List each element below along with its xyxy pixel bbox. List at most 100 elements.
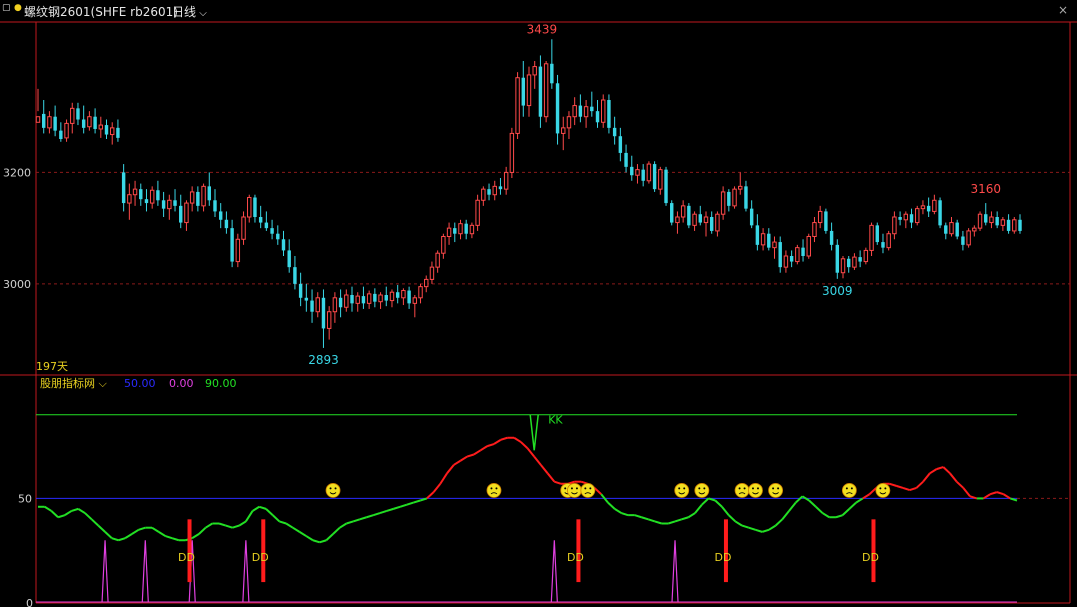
candle — [909, 208, 914, 229]
candle — [532, 61, 537, 89]
candle-body — [1006, 219, 1011, 231]
oscillator-segment — [922, 472, 931, 483]
kk-label: KK — [548, 414, 563, 427]
oscillator-segment — [265, 508, 274, 516]
face-eye — [698, 487, 701, 490]
candle — [366, 290, 372, 309]
indicator-tick-label: 50 — [18, 492, 32, 505]
oscillator-segment — [64, 510, 73, 516]
candle — [287, 239, 291, 273]
candle-body — [453, 228, 457, 234]
oscillator-segment — [694, 504, 703, 514]
candle-body — [270, 228, 274, 234]
candle — [749, 200, 754, 229]
oscillator-segment — [721, 506, 730, 516]
candle-body — [76, 108, 80, 120]
oscillator-segment — [593, 487, 602, 495]
candle — [173, 189, 177, 212]
candle-body — [435, 252, 440, 268]
oscillator-segment — [104, 531, 113, 539]
oscillator-segment — [848, 501, 857, 510]
oscillator-segment — [245, 510, 254, 522]
candle-body — [909, 214, 914, 223]
oscillator-segment — [346, 520, 354, 525]
candle — [116, 119, 120, 142]
local-low-label: 3009 — [822, 284, 853, 298]
candle-body — [121, 172, 126, 204]
candle — [503, 166, 509, 195]
oscillator-segment — [774, 518, 783, 527]
candle — [93, 108, 97, 134]
oscillator-segment — [493, 438, 502, 445]
oscillator-segment — [480, 445, 488, 452]
candle — [972, 225, 977, 237]
oscillator-segment — [339, 522, 347, 529]
candle — [875, 222, 879, 245]
face-eye — [850, 487, 853, 490]
candle — [218, 203, 223, 229]
candle-body — [224, 219, 229, 229]
face-circle — [768, 483, 784, 498]
oscillator-segment — [929, 468, 938, 475]
candle — [213, 189, 217, 217]
candle — [869, 222, 874, 256]
face-eye — [772, 487, 775, 490]
oscillator-segment — [902, 486, 911, 492]
candle — [607, 94, 611, 134]
oscillator-segment — [822, 512, 830, 519]
oscillator-segment — [727, 514, 737, 523]
dd-label: DD — [178, 551, 195, 564]
smiley-face-icon — [325, 483, 341, 498]
candle — [966, 228, 971, 248]
face-eye — [751, 487, 754, 490]
candle-body — [116, 127, 120, 138]
candle-body — [572, 105, 577, 118]
smiley-face-icon — [486, 483, 502, 498]
oscillator-segment — [432, 483, 442, 493]
oscillator-segment — [674, 518, 683, 523]
candle-body — [207, 186, 211, 201]
oscillator-segment — [252, 505, 260, 512]
candle-body — [424, 278, 429, 288]
candle-body — [1000, 219, 1006, 226]
candle — [732, 186, 737, 209]
oscillator-segment — [741, 524, 750, 529]
oscillator-segment — [546, 472, 556, 483]
oscillator-segment — [714, 499, 723, 508]
oscillator-segment — [788, 501, 797, 512]
candle — [41, 100, 46, 134]
candle — [276, 225, 280, 245]
candle-body — [64, 122, 69, 139]
candle — [543, 61, 549, 123]
oscillator-segment — [781, 510, 790, 520]
candle-body — [875, 225, 879, 243]
candle-body — [543, 63, 549, 118]
candle — [344, 289, 349, 312]
candle — [652, 161, 657, 192]
candle-body — [795, 247, 800, 263]
dd-label: DD — [252, 551, 269, 564]
candle-body — [767, 233, 771, 248]
face-eye — [756, 487, 759, 490]
oscillator-segment — [319, 539, 327, 544]
oscillator-segment — [540, 464, 549, 474]
candle — [572, 97, 577, 126]
candle-body — [429, 266, 435, 280]
candle-body — [789, 256, 794, 262]
candle — [635, 164, 640, 184]
candle — [670, 200, 674, 226]
candle-body — [59, 130, 63, 139]
candle — [464, 219, 468, 240]
candle-body — [526, 74, 532, 107]
candle-body — [881, 242, 885, 248]
candle-body — [196, 191, 200, 206]
candle — [858, 250, 862, 268]
candle-body — [664, 169, 668, 204]
face-eye — [329, 487, 332, 490]
candle-body — [81, 119, 86, 128]
candle — [412, 295, 418, 318]
face-eye — [879, 487, 882, 490]
candle — [70, 102, 75, 134]
candle-body — [869, 224, 874, 251]
candle — [561, 116, 566, 151]
